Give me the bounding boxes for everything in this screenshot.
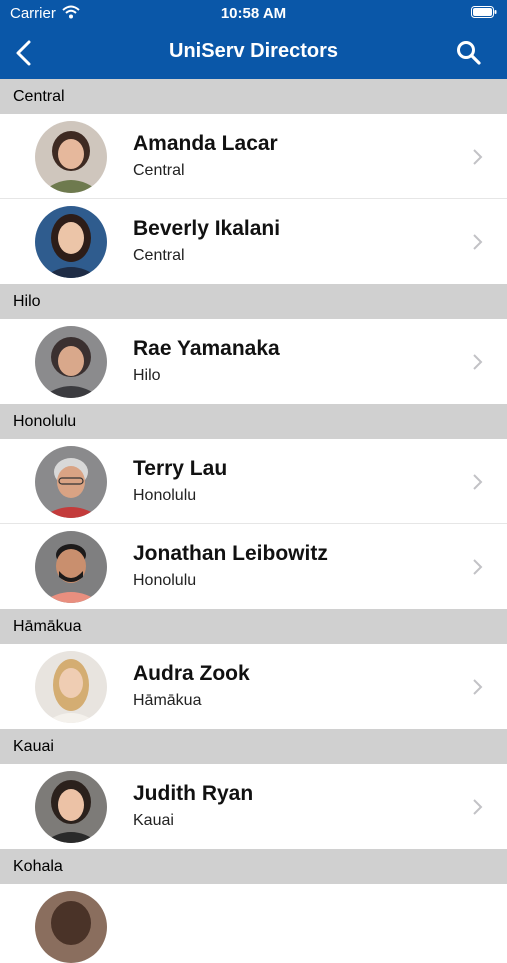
section-header-hilo: Hilo [0, 284, 507, 319]
director-region: Central [133, 162, 185, 179]
list-item[interactable]: Rae Yamanaka Hilo [0, 319, 507, 404]
avatar [35, 531, 107, 603]
section-header-hamakua: Hāmākua [0, 609, 507, 644]
chevron-right-icon [473, 679, 483, 695]
director-name: Jonathan Leibowitz [133, 542, 328, 565]
search-icon[interactable] [455, 39, 483, 67]
avatar [35, 891, 107, 963]
director-region: Hāmākua [133, 692, 202, 709]
avatar [35, 771, 107, 843]
chevron-right-icon [473, 559, 483, 575]
director-name: Audra Zook [133, 662, 250, 685]
chevron-right-icon [473, 474, 483, 490]
battery-icon [471, 6, 497, 18]
avatar [35, 121, 107, 193]
list-item[interactable]: Audra Zook Hāmākua [0, 644, 507, 729]
avatar [35, 446, 107, 518]
director-name: Beverly Ikalani [133, 217, 281, 240]
director-name: Amanda Lacar [133, 132, 278, 155]
list-item[interactable]: Jonathan Leibowitz Honolulu [0, 524, 507, 609]
list-item-partial [0, 884, 507, 963]
director-name: Terry Lau [133, 457, 228, 480]
status-bar: Carrier 10:58 AM [0, 0, 507, 30]
page-title: UniServ Directors [169, 40, 338, 62]
navigation-bar: UniServ Directors [0, 30, 507, 79]
list-item[interactable]: Beverly Ikalani Central [0, 199, 507, 284]
avatar [35, 206, 107, 278]
director-region: Central [133, 247, 185, 264]
director-name: Judith Ryan [133, 782, 254, 805]
chevron-right-icon [473, 799, 483, 815]
director-region: Hilo [133, 367, 161, 384]
section-header-central: Central [0, 79, 507, 114]
section-header-honolulu: Honolulu [0, 404, 507, 439]
status-time: 10:58 AM [220, 5, 287, 22]
director-region: Kauai [133, 812, 174, 829]
chevron-right-icon [473, 354, 483, 370]
app-header: Carrier 10:58 AM UniServ Directors [0, 0, 507, 79]
avatar [35, 326, 107, 398]
section-header-kauai: Kauai [0, 729, 507, 764]
avatar [35, 651, 107, 723]
directors-list: Central Amanda Lacar Central Beverly Ika… [0, 79, 507, 963]
section-header-kohala: Kohala [0, 849, 507, 884]
chevron-right-icon [473, 149, 483, 165]
list-item[interactable]: Judith Ryan Kauai [0, 764, 507, 849]
director-region: Honolulu [133, 487, 197, 504]
director-region: Honolulu [133, 572, 197, 589]
chevron-right-icon [473, 234, 483, 250]
list-item[interactable]: Terry Lau Honolulu [0, 439, 507, 524]
list-item[interactable]: Amanda Lacar Central [0, 114, 507, 199]
director-name: Rae Yamanaka [133, 337, 280, 360]
